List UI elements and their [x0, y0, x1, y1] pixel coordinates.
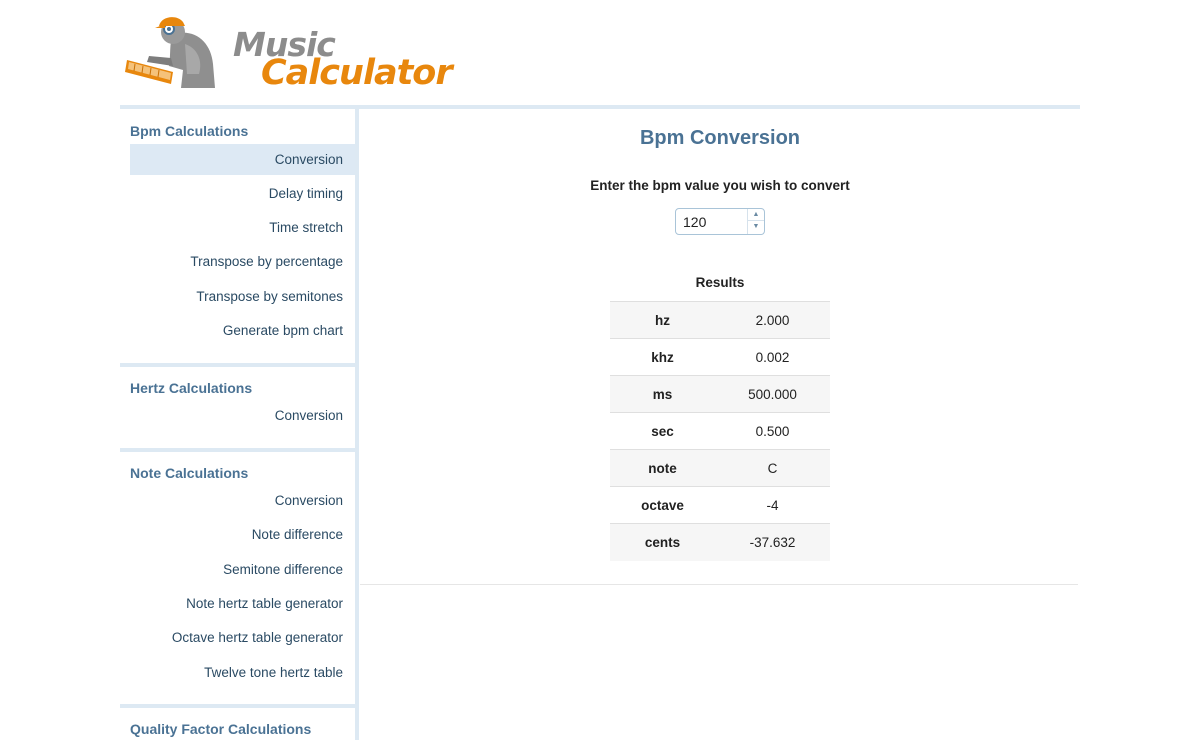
- result-key: ms: [652, 386, 673, 402]
- bpm-input-label: Enter the bpm value you wish to convert: [590, 178, 850, 193]
- nav-item-hertz-conversion[interactable]: Conversion: [130, 400, 356, 431]
- section-title-hertz: Hertz Calculations: [130, 380, 253, 396]
- result-value: 500.000: [748, 386, 797, 402]
- musician-keyboard-icon: [125, 17, 215, 88]
- result-value: -37.632: [749, 534, 796, 550]
- nav-item-bpm-conversion[interactable]: Conversion: [130, 144, 356, 175]
- section-title-note: Note Calculations: [130, 465, 249, 481]
- results-title: Results: [695, 275, 745, 290]
- stepper-up-icon[interactable]: ▲: [748, 209, 764, 221]
- section-divider: [120, 448, 356, 452]
- result-key: sec: [651, 423, 674, 439]
- bpm-stepper[interactable]: ▲ ▼: [747, 209, 764, 234]
- table-row: note C: [610, 449, 830, 487]
- header: Music Calculator: [120, 0, 1080, 105]
- main-content: Bpm Conversion Enter the bpm value you w…: [360, 109, 1080, 589]
- page-title: Bpm Conversion: [639, 127, 801, 149]
- result-value: C: [767, 460, 778, 476]
- nav-item-transpose-percentage[interactable]: Transpose by percentage: [130, 246, 356, 277]
- site-logo[interactable]: Music Calculator: [125, 12, 505, 92]
- sidebar-nav: Bpm Calculations Conversion Delay timing…: [120, 109, 360, 740]
- result-value: 0.002: [755, 349, 790, 365]
- table-row: sec 0.500: [610, 412, 830, 450]
- table-row: khz 0.002: [610, 338, 830, 376]
- result-value: -4: [766, 497, 779, 513]
- table-row: hz 2.000: [610, 301, 830, 339]
- section-title-bpm: Bpm Calculations: [130, 123, 249, 139]
- result-key: hz: [655, 312, 670, 328]
- table-row: cents -37.632: [610, 523, 830, 561]
- nav-item-semitone-difference[interactable]: Semitone difference: [130, 554, 356, 585]
- section-divider: [120, 363, 356, 367]
- result-key: note: [648, 460, 677, 476]
- nav-item-note-hertz-table[interactable]: Note hertz table generator: [130, 588, 356, 619]
- nav-item-note-difference[interactable]: Note difference: [130, 519, 356, 550]
- table-row: octave -4: [610, 486, 830, 524]
- stepper-down-icon[interactable]: ▼: [748, 221, 764, 233]
- results-table: hz 2.000 khz 0.002 ms 500.000 sec 0.500 …: [610, 301, 830, 561]
- nav-item-twelve-tone-table[interactable]: Twelve tone hertz table: [130, 657, 356, 688]
- result-value: 2.000: [755, 312, 790, 328]
- nav-item-transpose-semitones[interactable]: Transpose by semitones: [130, 281, 356, 312]
- sidebar-border: [355, 109, 359, 740]
- table-row: ms 500.000: [610, 375, 830, 413]
- nav-item-generate-bpm-chart[interactable]: Generate bpm chart: [130, 315, 356, 346]
- bpm-input-value[interactable]: 120: [683, 214, 706, 230]
- content-divider: [360, 584, 1078, 585]
- nav-item-delay-timing[interactable]: Delay timing: [130, 178, 356, 209]
- result-key: khz: [651, 349, 674, 365]
- section-title-quality-factor: Quality Factor Calculations: [130, 721, 312, 737]
- nav-item-time-stretch[interactable]: Time stretch: [130, 212, 356, 243]
- nav-item-note-conversion[interactable]: Conversion: [130, 485, 356, 516]
- result-value: 0.500: [755, 423, 790, 439]
- section-divider: [120, 704, 356, 708]
- result-key: cents: [644, 534, 681, 550]
- result-key: octave: [641, 497, 684, 513]
- logo-text-calculator: Calculator: [261, 53, 453, 93]
- bpm-input[interactable]: 120 ▲ ▼: [675, 208, 765, 235]
- nav-item-octave-hertz-table[interactable]: Octave hertz table generator: [130, 622, 356, 653]
